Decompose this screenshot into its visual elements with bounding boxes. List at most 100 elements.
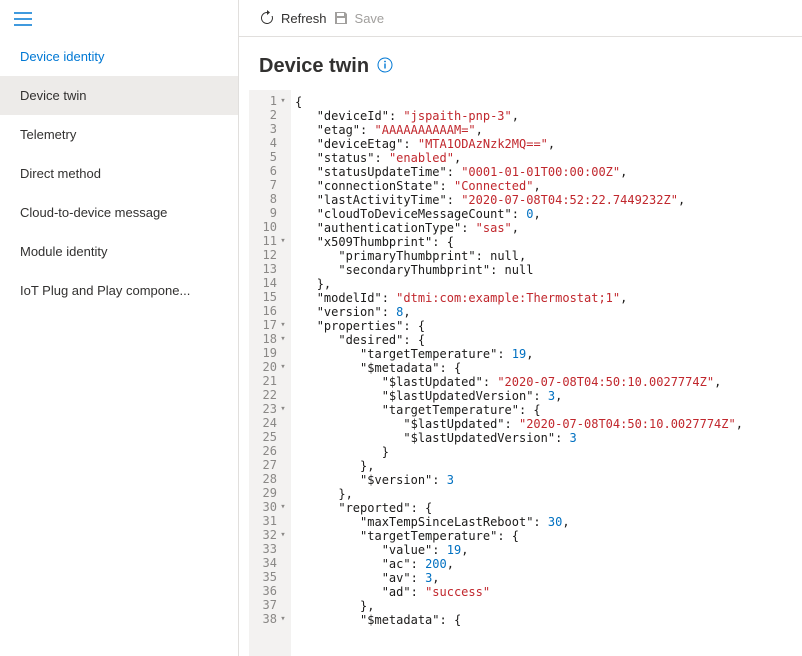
code-line[interactable]: "maxTempSinceLastReboot": 30, xyxy=(295,514,743,528)
code-line[interactable]: } xyxy=(295,444,743,458)
gutter-line: 2 xyxy=(255,108,291,122)
sidebar-item-iot-pnp[interactable]: IoT Plug and Play compone... xyxy=(0,271,238,310)
code-line[interactable]: "$lastUpdated": "2020-07-08T04:50:10.002… xyxy=(295,374,743,388)
gutter-line: 25 xyxy=(255,430,291,444)
code-line[interactable]: "statusUpdateTime": "0001-01-01T00:00:00… xyxy=(295,164,743,178)
toolbar: Refresh Save xyxy=(239,0,802,37)
code-line[interactable]: "deviceId": "jspaith-pnp-3", xyxy=(295,108,743,122)
gutter-line: 6 xyxy=(255,164,291,178)
code-line[interactable]: "etag": "AAAAAAAAAAM=", xyxy=(295,122,743,136)
gutter-line: 12 xyxy=(255,248,291,262)
info-icon[interactable] xyxy=(377,57,393,76)
gutter-line: 11▾ xyxy=(255,234,291,248)
code-line[interactable]: "authenticationType": "sas", xyxy=(295,220,743,234)
sidebar-item-direct-method[interactable]: Direct method xyxy=(0,154,238,193)
gutter-line: 38▾ xyxy=(255,612,291,626)
gutter-line: 23▾ xyxy=(255,402,291,416)
code-line[interactable]: "version": 8, xyxy=(295,304,743,318)
code-line[interactable]: "av": 3, xyxy=(295,570,743,584)
code-line[interactable]: "modelId": "dtmi:com:example:Thermostat;… xyxy=(295,290,743,304)
code-line[interactable]: }, xyxy=(295,458,743,472)
code-line[interactable]: "targetTemperature": 19, xyxy=(295,346,743,360)
refresh-label: Refresh xyxy=(281,11,327,26)
gutter-line: 37 xyxy=(255,598,291,612)
hamburger-menu-button[interactable] xyxy=(0,0,238,37)
gutter-line: 19 xyxy=(255,346,291,360)
sidebar: Device identity Device twin Telemetry Di… xyxy=(0,0,239,656)
gutter-line: 1▾ xyxy=(255,94,291,108)
code-line[interactable]: }, xyxy=(295,598,743,612)
gutter-line: 20▾ xyxy=(255,360,291,374)
save-icon xyxy=(333,10,349,26)
gutter-line: 13 xyxy=(255,262,291,276)
code-line[interactable]: }, xyxy=(295,276,743,290)
code-line[interactable]: }, xyxy=(295,486,743,500)
code-line[interactable]: "connectionState": "Connected", xyxy=(295,178,743,192)
code-line[interactable]: "deviceEtag": "MTA1ODAzNzk2MQ==", xyxy=(295,136,743,150)
code-line[interactable]: "reported": { xyxy=(295,500,743,514)
code-line[interactable]: "$lastUpdatedVersion": 3, xyxy=(295,388,743,402)
code-line[interactable]: "$lastUpdated": "2020-07-08T04:50:10.002… xyxy=(295,416,743,430)
gutter-line: 36 xyxy=(255,584,291,598)
refresh-button[interactable]: Refresh xyxy=(259,10,327,26)
gutter-line: 4 xyxy=(255,136,291,150)
code-line[interactable]: "lastActivityTime": "2020-07-08T04:52:22… xyxy=(295,192,743,206)
gutter-line: 7 xyxy=(255,178,291,192)
fold-toggle[interactable]: ▾ xyxy=(279,527,287,543)
gutter-line: 30▾ xyxy=(255,500,291,514)
code-line[interactable]: "primaryThumbprint": null, xyxy=(295,248,743,262)
sidebar-item-device-twin[interactable]: Device twin xyxy=(0,76,238,115)
code-line[interactable]: "$metadata": { xyxy=(295,612,743,626)
sidebar-item-telemetry[interactable]: Telemetry xyxy=(0,115,238,154)
gutter-line: 27 xyxy=(255,458,291,472)
code-line[interactable]: "ac": 200, xyxy=(295,556,743,570)
sidebar-item-module-identity[interactable]: Module identity xyxy=(0,232,238,271)
gutter-line: 16 xyxy=(255,304,291,318)
fold-toggle[interactable]: ▾ xyxy=(279,331,287,347)
code-line[interactable]: "secondaryThumbprint": null xyxy=(295,262,743,276)
json-editor[interactable]: 1▾234567891011▾121314151617▾18▾1920▾2122… xyxy=(249,90,802,656)
code-line[interactable]: "$lastUpdatedVersion": 3 xyxy=(295,430,743,444)
gutter-line: 34 xyxy=(255,556,291,570)
code-line[interactable]: "targetTemperature": { xyxy=(295,528,743,542)
fold-toggle[interactable]: ▾ xyxy=(279,401,287,417)
code-line[interactable]: "ad": "success" xyxy=(295,584,743,598)
sidebar-item-device-identity[interactable]: Device identity xyxy=(0,37,238,76)
gutter-line: 29 xyxy=(255,486,291,500)
code-line[interactable]: "value": 19, xyxy=(295,542,743,556)
code-line[interactable]: "properties": { xyxy=(295,318,743,332)
gutter-line: 5 xyxy=(255,150,291,164)
save-label: Save xyxy=(355,11,385,26)
gutter-line: 22 xyxy=(255,388,291,402)
fold-toggle[interactable]: ▾ xyxy=(279,233,287,249)
code-line[interactable]: { xyxy=(295,94,743,108)
gutter-line: 28 xyxy=(255,472,291,486)
editor-gutter: 1▾234567891011▾121314151617▾18▾1920▾2122… xyxy=(249,90,291,656)
fold-toggle[interactable]: ▾ xyxy=(279,93,287,109)
editor-code[interactable]: { "deviceId": "jspaith-pnp-3", "etag": "… xyxy=(291,90,743,656)
code-line[interactable]: "x509Thumbprint": { xyxy=(295,234,743,248)
code-line[interactable]: "targetTemperature": { xyxy=(295,402,743,416)
main-content: Refresh Save Device twin 1▾234567891011▾… xyxy=(239,0,802,656)
page-title-row: Device twin xyxy=(239,37,802,90)
sidebar-item-cloud-to-device[interactable]: Cloud-to-device message xyxy=(0,193,238,232)
gutter-line: 21 xyxy=(255,374,291,388)
code-line[interactable]: "$metadata": { xyxy=(295,360,743,374)
gutter-line: 31 xyxy=(255,514,291,528)
code-line[interactable]: "cloudToDeviceMessageCount": 0, xyxy=(295,206,743,220)
gutter-line: 33 xyxy=(255,542,291,556)
gutter-line: 35 xyxy=(255,570,291,584)
gutter-line: 15 xyxy=(255,290,291,304)
gutter-line: 17▾ xyxy=(255,318,291,332)
fold-toggle[interactable]: ▾ xyxy=(279,499,287,515)
gutter-line: 8 xyxy=(255,192,291,206)
code-line[interactable]: "$version": 3 xyxy=(295,472,743,486)
code-line[interactable]: "desired": { xyxy=(295,332,743,346)
fold-toggle[interactable]: ▾ xyxy=(279,359,287,375)
gutter-line: 26 xyxy=(255,444,291,458)
gutter-line: 18▾ xyxy=(255,332,291,346)
gutter-line: 10 xyxy=(255,220,291,234)
code-line[interactable]: "status": "enabled", xyxy=(295,150,743,164)
refresh-icon xyxy=(259,10,275,26)
fold-toggle[interactable]: ▾ xyxy=(279,611,287,627)
